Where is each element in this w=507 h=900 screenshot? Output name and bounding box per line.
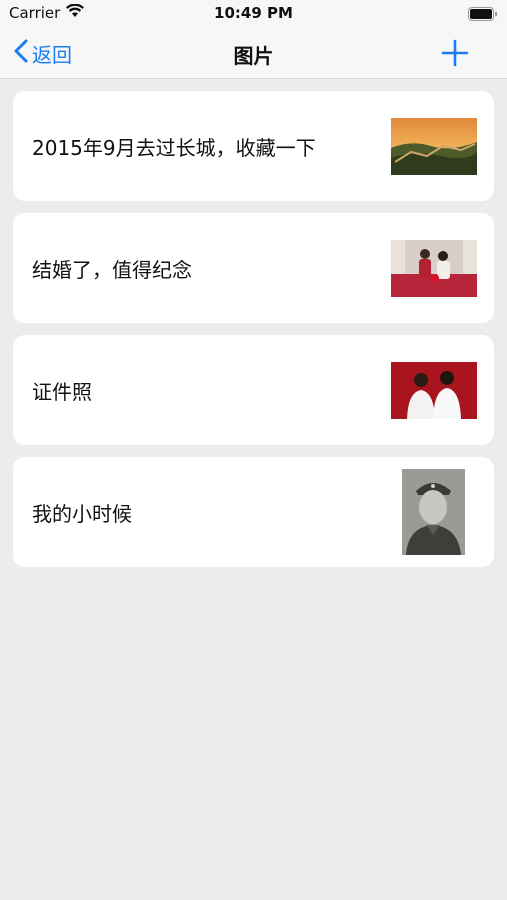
status-bar: Carrier 10:49 PM [0, 0, 507, 28]
list-item[interactable]: 证件照 [13, 335, 494, 445]
list-item[interactable]: 我的小时候 [13, 457, 494, 567]
page-title: 图片 [233, 44, 274, 68]
plus-icon [441, 39, 469, 67]
id-photo-thumbnail [391, 362, 477, 419]
vintage-portrait-thumbnail [402, 469, 465, 555]
add-button[interactable] [441, 39, 469, 67]
photo-list: 2015年9月去过长城，收藏一下 结婚了，值得纪念 证件照 我的小时候 [13, 91, 494, 579]
list-item[interactable]: 2015年9月去过长城，收藏一下 [13, 91, 494, 201]
item-title: 我的小时候 [32, 502, 132, 526]
list-item[interactable]: 结婚了，值得纪念 [13, 213, 494, 323]
status-time: 10:49 PM [214, 4, 293, 22]
navigation-bar: 返回 图片 [0, 28, 507, 79]
item-title: 2015年9月去过长城，收藏一下 [32, 136, 316, 160]
great-wall-thumbnail [391, 118, 477, 175]
wedding-thumbnail [391, 240, 477, 297]
battery-icon [468, 7, 498, 25]
item-title: 结婚了，值得纪念 [32, 258, 192, 282]
item-title: 证件照 [32, 380, 92, 404]
